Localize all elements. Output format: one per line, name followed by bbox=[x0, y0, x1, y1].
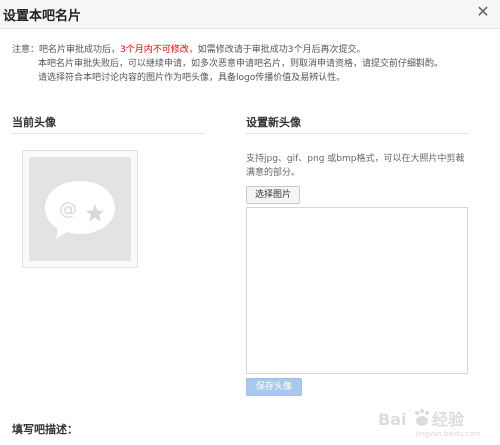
watermark-url: jingyan.baidu.com bbox=[415, 430, 481, 438]
save-avatar-button[interactable]: 保存头像 bbox=[246, 378, 302, 396]
notice-line-3: 请选择符合本吧讨论内容的图片作为吧头像，具备logo传播价值及易辨认性。 bbox=[38, 73, 346, 83]
format-description: 支持jpg、gif、png 或bmp格式，可以在大照片中剪裁满意的部分。 bbox=[246, 154, 465, 178]
notice-warning: 3个月内不可修改 bbox=[120, 45, 189, 55]
dialog-title: 设置本吧名片 bbox=[3, 9, 82, 24]
description-label: 填写吧描述： bbox=[12, 423, 78, 436]
notice-line-1: 注意：吧名片审批成功后，3个月内不可修改，如需修改请于审批成功3个月后再次提交。 bbox=[12, 43, 443, 57]
current-avatar: @ bbox=[22, 150, 138, 268]
avatar-placeholder: @ bbox=[29, 157, 131, 261]
notice-prefix: 注意：吧名片审批成功后， bbox=[12, 45, 121, 55]
watermark-logo: Bai 经验 jingyan.baidu.com bbox=[378, 409, 481, 438]
crop-preview-area[interactable] bbox=[246, 207, 468, 374]
choose-image-button[interactable]: 选择图片 bbox=[246, 186, 300, 204]
notice-block: 注意：吧名片审批成功后，3个月内不可修改，如需修改请于审批成功3个月后再次提交。… bbox=[12, 43, 443, 85]
new-avatar-divider bbox=[246, 133, 469, 134]
close-icon[interactable]: ✕ bbox=[474, 3, 492, 21]
notice-suffix: ，如需修改请于审批成功3个月后再次提交。 bbox=[188, 45, 366, 55]
watermark-brand: Bai bbox=[378, 410, 406, 429]
svg-text:@: @ bbox=[59, 199, 77, 220]
notice-line-2: 本吧名片审批失败后，可以继续申请，如多次恶意申请吧名片，则取消申请资格，请提交前… bbox=[38, 59, 444, 69]
watermark-brand-tail: 经验 bbox=[432, 410, 465, 429]
paw-icon bbox=[415, 409, 429, 426]
chat-bubble-at-star-icon: @ bbox=[45, 181, 115, 239]
current-avatar-title: 当前头像 bbox=[12, 116, 56, 129]
current-avatar-divider bbox=[12, 133, 205, 134]
new-avatar-title: 设置新头像 bbox=[246, 116, 301, 129]
dialog-titlebar: 设置本吧名片 ✕ bbox=[0, 0, 500, 29]
